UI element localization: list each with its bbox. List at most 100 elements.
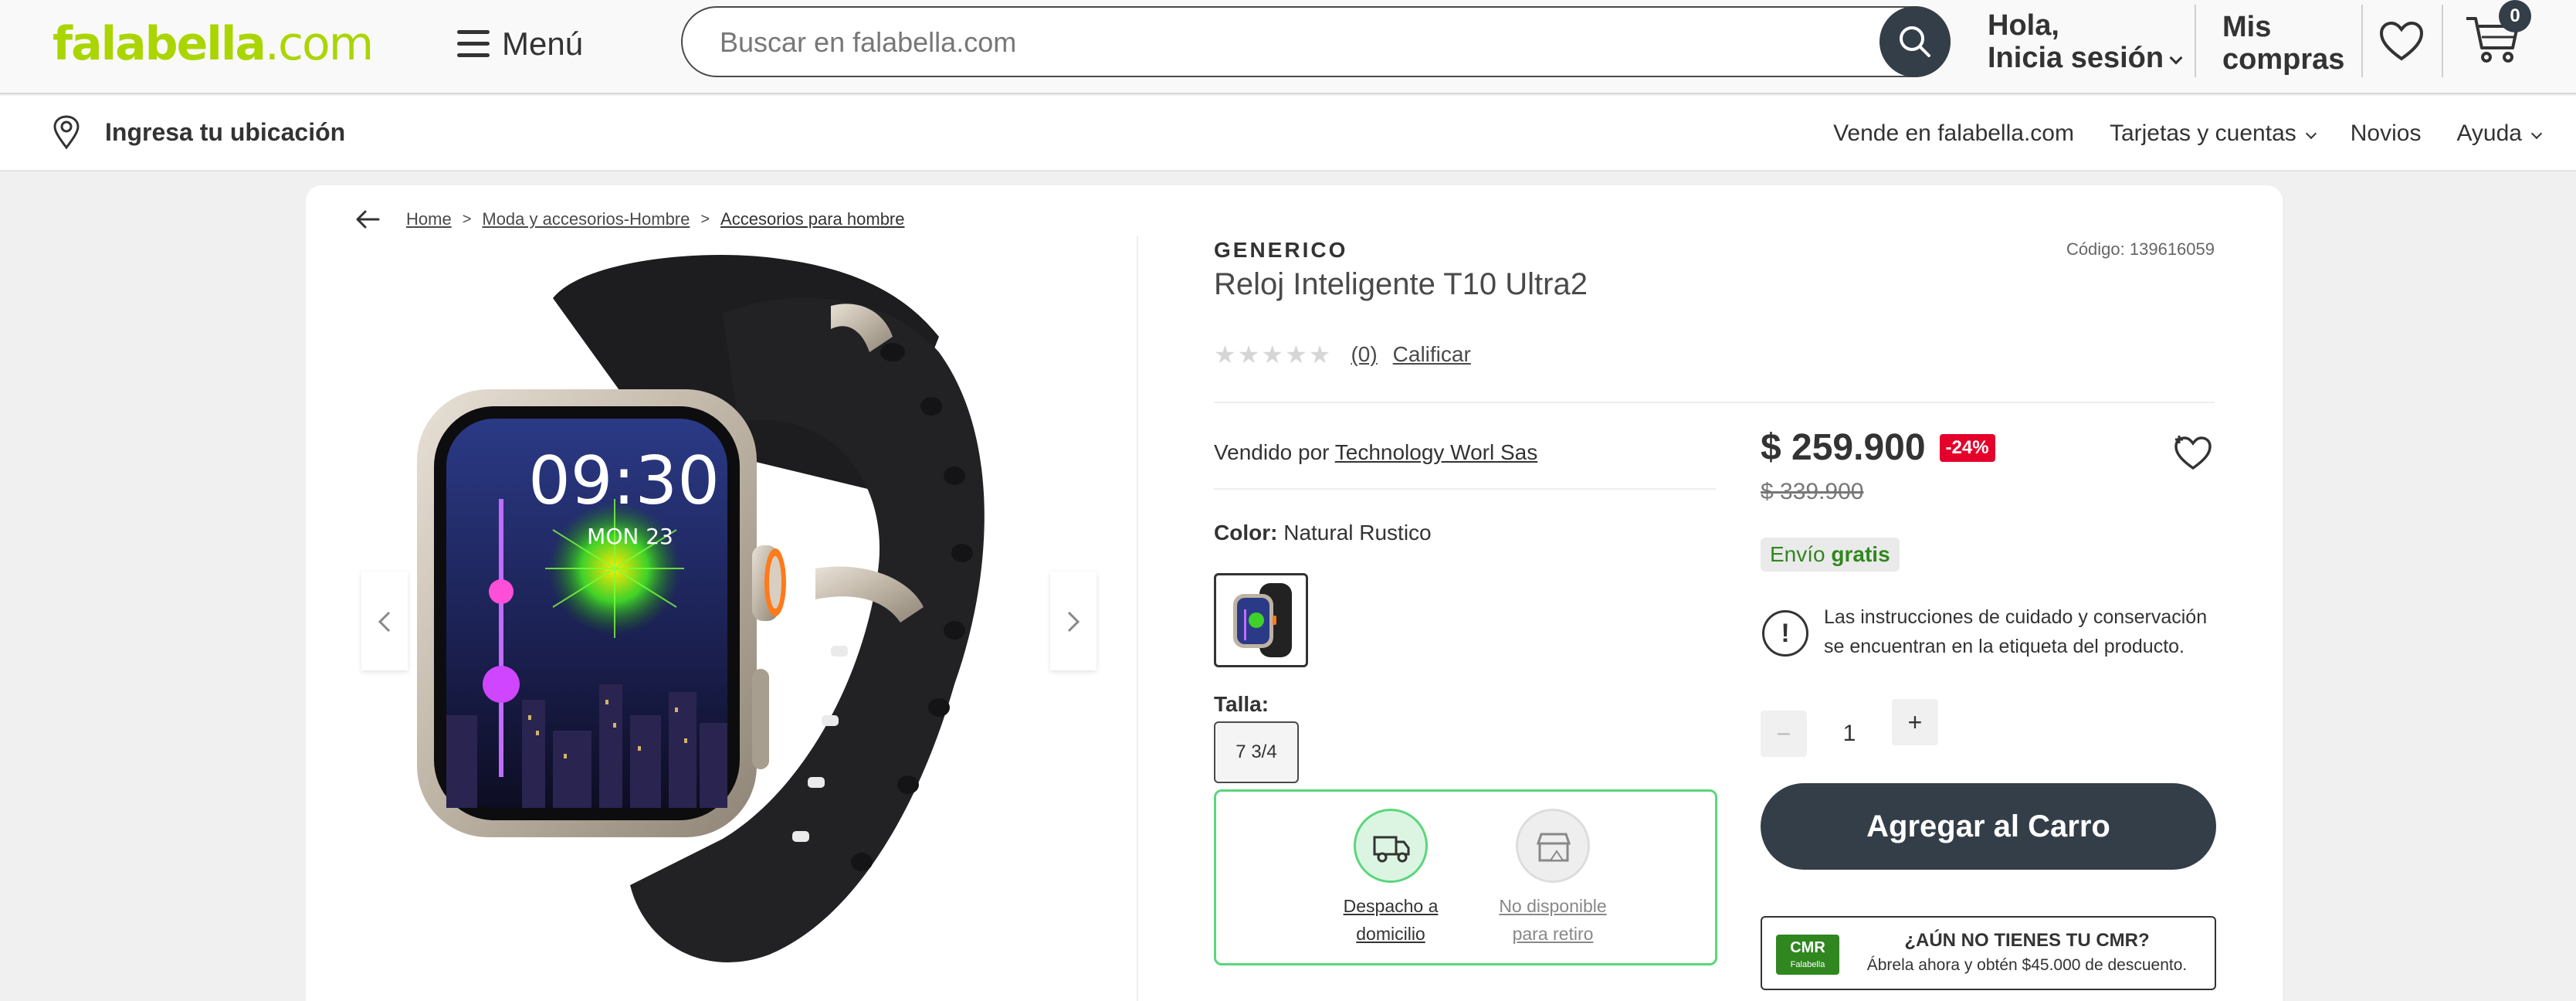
- location-selector[interactable]: Ingresa tu ubicación: [51, 114, 345, 150]
- sell-link[interactable]: Vende en falabella.com: [1833, 120, 2074, 147]
- cart-count-badge: 0: [2499, 0, 2531, 32]
- search-icon: [1900, 26, 1930, 57]
- chevron-right-icon: [1067, 611, 1080, 633]
- login-menu[interactable]: Hola, Inicia sesión: [1988, 9, 2183, 74]
- purchases-line1: Mis: [2222, 11, 2272, 43]
- care-instructions: ! Las instrucciones de cuidado y conserv…: [1762, 602, 2225, 661]
- back-arrow-icon[interactable]: [355, 209, 380, 229]
- color-label-key: Color:: [1214, 521, 1278, 545]
- header-separator: [2361, 5, 2363, 77]
- cmr-subtitle: Ábrela ahora y obtén $45.000 de descuent…: [1866, 956, 2188, 974]
- shipping-label: Envío: [1770, 542, 1825, 566]
- quantity-increase-button[interactable]: +: [1892, 699, 1938, 745]
- gallery-next-button[interactable]: [1050, 572, 1096, 670]
- color-label-value: Natural Rustico: [1283, 521, 1432, 545]
- sub-header: Ingresa tu ubicación Vende en falabella.…: [0, 96, 2576, 171]
- sell-link-label: Vende en falabella.com: [1833, 120, 2074, 146]
- greeting-line2: Inicia sesión: [1988, 42, 2164, 74]
- menu-label: Menú: [502, 25, 584, 62]
- free-shipping-badge: Envío gratis: [1761, 538, 1900, 572]
- chevron-down-icon: [2530, 127, 2543, 140]
- menu-button[interactable]: Menú: [457, 20, 583, 68]
- shipping-value: gratis: [1831, 542, 1890, 566]
- cards-accounts-link[interactable]: Tarjetas y cuentas: [2109, 120, 2317, 147]
- add-to-cart-button[interactable]: Agregar al Carro: [1761, 783, 2216, 870]
- greeting-line1: Hola,: [1988, 9, 2059, 42]
- product-image[interactable]: 09:30 MON 23: [398, 252, 1032, 978]
- price-value: $ 259.900: [1761, 427, 1926, 468]
- product-code: Código: 139616059: [2066, 239, 2215, 259]
- color-swatch[interactable]: [1214, 573, 1308, 667]
- quantity-stepper: − 1 +: [1761, 699, 1938, 757]
- breadcrumb-separator: >: [700, 210, 710, 228]
- breadcrumb-home[interactable]: Home: [406, 209, 452, 229]
- store-pickup-label-2: para retiro: [1512, 924, 1594, 944]
- header-separator: [2195, 5, 2196, 77]
- column-divider: [1137, 236, 1138, 1001]
- cmr-logo: CMR Falabella: [1776, 935, 1839, 975]
- watch-date-text: MON 23: [587, 524, 673, 549]
- rating-count[interactable]: (0): [1351, 342, 1377, 367]
- logo-main-text: falabella: [53, 17, 266, 71]
- quantity-value[interactable]: 1: [1807, 721, 1892, 747]
- add-to-wishlist-heart-icon[interactable]: [2173, 434, 2213, 477]
- original-price: $ 339.900: [1761, 479, 1864, 504]
- breadcrumb-accesorios[interactable]: Accesorios para hombre: [720, 209, 904, 229]
- seller-link[interactable]: Technology Worl Sas: [1335, 440, 1538, 464]
- size-option-button[interactable]: 7 3/4: [1214, 721, 1299, 783]
- wishlist-heart-icon[interactable]: [2378, 20, 2425, 67]
- color-label: Color: Natural Rustico: [1214, 521, 1432, 545]
- rating-row: ★★★★★ (0) Calificar: [1214, 340, 1471, 369]
- search-input[interactable]: [720, 20, 1801, 65]
- home-delivery-label-2: domicilio: [1356, 924, 1425, 944]
- delivery-options: Despacho a domicilio No disponible para …: [1214, 789, 1717, 965]
- hamburger-icon: [457, 30, 490, 58]
- sub-navigation: Vende en falabella.com Tarjetas y cuenta…: [1833, 96, 2576, 171]
- falabella-logo[interactable]: falabella.com: [53, 17, 374, 71]
- watch-time-text: 09:30: [528, 443, 720, 520]
- discount-badge: -24%: [1939, 433, 1995, 462]
- cards-accounts-label: Tarjetas y cuentas: [2109, 120, 2296, 146]
- product-title: Reloj Inteligente T10 Ultra2: [1214, 267, 1588, 301]
- search-button[interactable]: [1879, 6, 1951, 77]
- store-pickup-icon: [1516, 809, 1590, 883]
- product-brand[interactable]: GENERICO: [1214, 238, 1347, 263]
- top-header: falabella.com Menú Hola, Inicia sesión M…: [0, 0, 2576, 94]
- location-pin-icon: [53, 115, 80, 150]
- breadcrumb-separator: >: [462, 210, 472, 228]
- watch-thumbnail-icon: [1233, 583, 1292, 657]
- size-label: Talla:: [1214, 692, 1269, 716]
- header-separator: [2442, 5, 2443, 77]
- rate-link[interactable]: Calificar: [1393, 342, 1471, 367]
- care-note-text: Las instrucciones de cuidado y conservac…: [1824, 606, 2208, 657]
- home-delivery-option[interactable]: Despacho a domicilio: [1329, 809, 1452, 948]
- product-card: Home > Moda y accesorios-Hombre > Acceso…: [306, 185, 2283, 1001]
- help-link[interactable]: Ayuda: [2456, 120, 2543, 147]
- chevron-down-icon: [2169, 51, 2183, 65]
- chevron-down-icon: [2305, 127, 2317, 140]
- store-pickup-option: No disponible para retiro: [1491, 809, 1615, 948]
- info-exclamation-icon: !: [1762, 610, 1808, 657]
- store-pickup-label-1: No disponible: [1499, 896, 1607, 916]
- my-purchases-link[interactable]: Mis compras: [2222, 11, 2344, 76]
- star-rating-icon: ★★★★★: [1214, 341, 1333, 368]
- breadcrumb-moda-hombre[interactable]: Moda y accesorios-Hombre: [482, 209, 690, 229]
- cmr-promo-banner[interactable]: CMR Falabella ¿AÚN NO TIENES TU CMR? Ábr…: [1761, 916, 2216, 990]
- divider: [1214, 488, 1716, 490]
- seller-info: Vendido por Technology Worl Sas: [1214, 440, 1537, 465]
- delivery-truck-icon: [1354, 809, 1428, 883]
- search-bar: [681, 6, 1951, 77]
- quantity-decrease-button[interactable]: −: [1761, 711, 1807, 757]
- cmr-logo-sub: Falabella: [1790, 960, 1825, 969]
- current-price: $ 259.900 -24%: [1761, 426, 1995, 469]
- divider: [1214, 402, 2215, 403]
- help-label: Ayuda: [2456, 120, 2522, 146]
- logo-suffix-text: .com: [264, 17, 374, 71]
- cmr-title: ¿AÚN NO TIENES TU CMR?: [1904, 930, 2150, 951]
- cmr-logo-text: CMR: [1790, 939, 1825, 956]
- purchases-line2: compras: [2222, 43, 2345, 76]
- novios-link[interactable]: Novios: [2351, 120, 2422, 147]
- sold-by-label: Vendido por: [1214, 440, 1330, 464]
- breadcrumb: Home > Moda y accesorios-Hombre > Acceso…: [355, 201, 905, 238]
- chevron-left-icon: [378, 611, 391, 633]
